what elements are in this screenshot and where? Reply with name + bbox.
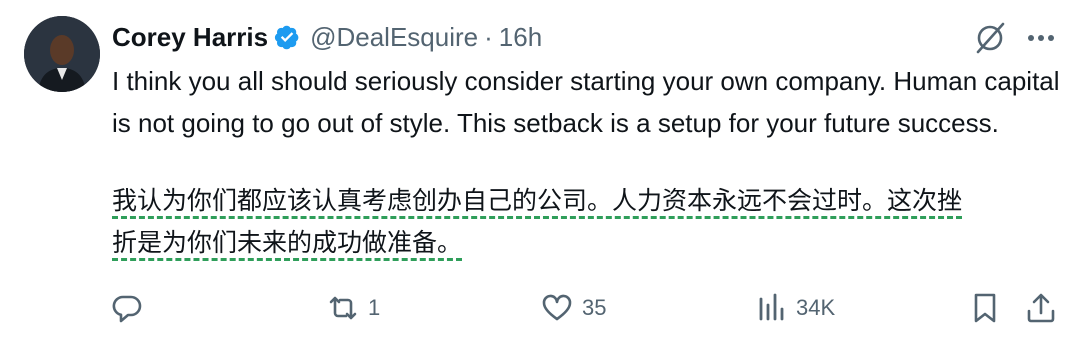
repost-button[interactable]: 1 [326,286,380,330]
translation-line-1: 我认为你们都应该认真考虑创办自己的公司。人力资本永远不会过时。这次挫 [112,186,963,219]
translation-line-2: 折是为你们未来的成功做准备。 [112,228,463,261]
repost-icon [326,291,360,325]
post-time[interactable]: 16h [499,22,542,53]
post-header: Corey Harris @DealEsquire · 16h [112,18,542,56]
heart-icon [540,291,574,325]
bookmark-button[interactable] [968,286,1002,330]
share-button[interactable] [1024,286,1058,330]
author-handle[interactable]: @DealEsquire [310,22,478,53]
reply-icon [110,291,144,325]
bookmark-icon [968,291,1002,325]
grok-icon[interactable] [972,20,1008,56]
avatar-image [24,16,100,92]
avatar[interactable] [24,16,100,92]
views-count: 34K [796,295,836,320]
action-bar: 1 35 34K [0,286,1080,330]
verified-badge-icon [274,24,300,50]
reply-button[interactable] [110,286,152,330]
author-name[interactable]: Corey Harris [112,22,268,53]
views-button[interactable]: 34K [754,286,835,330]
separator-dot: · [484,21,493,52]
post-text: I think you all should seriously conside… [112,66,1060,138]
like-count: 35 [582,295,607,320]
translated-text[interactable]: 我认为你们都应该认真考虑创办自己的公司。人力资本永远不会过时。这次挫 折是为你们… [112,180,1062,264]
repost-count: 1 [368,295,381,320]
more-icon[interactable] [1024,24,1058,52]
share-icon [1024,291,1058,325]
views-icon [754,291,788,325]
like-button[interactable]: 35 [540,286,606,330]
